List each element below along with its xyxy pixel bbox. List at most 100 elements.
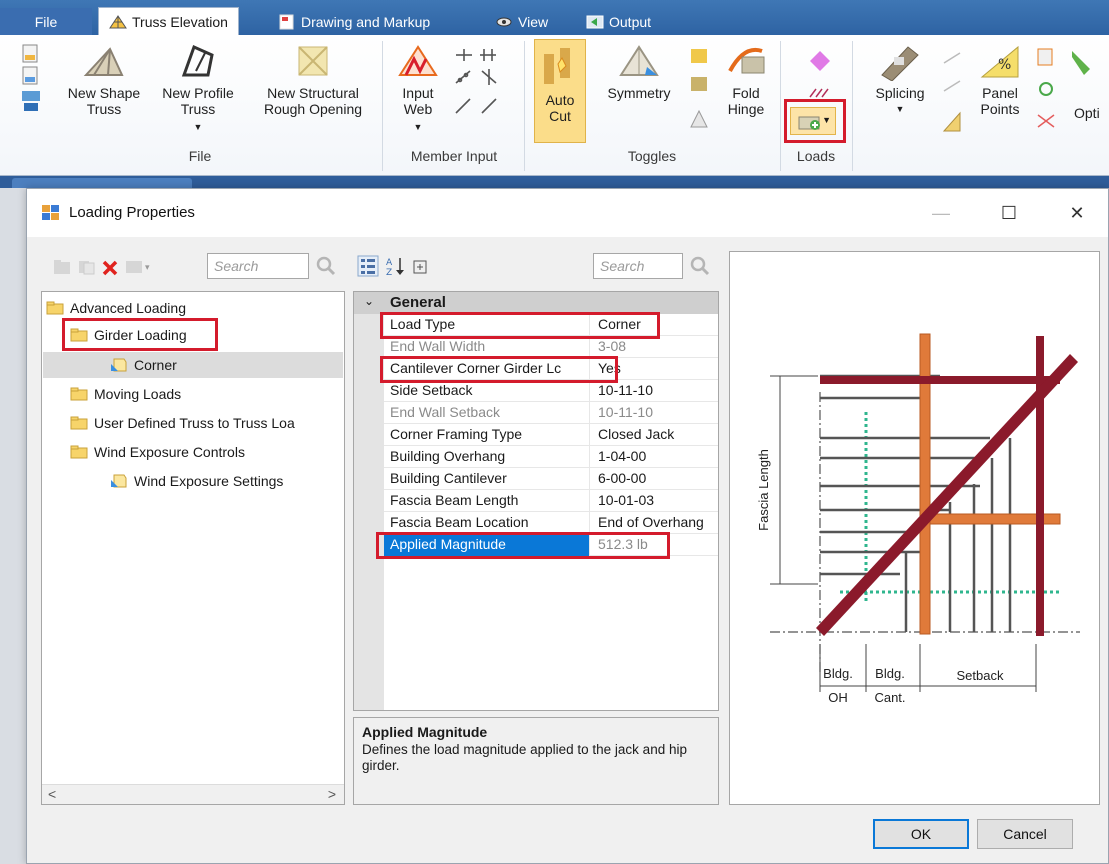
dropdown-arrow-icon: ▼ [193,122,203,132]
property-search-input[interactable]: Search [593,253,683,279]
options-button[interactable]: Opti [1074,105,1109,121]
svg-text:%: % [998,57,1011,73]
document-tab[interactable] [12,178,192,188]
property-row-corner-framing-type[interactable]: Corner Framing Type Closed Jack [384,424,718,446]
group-separator [852,41,853,171]
property-row-end-wall-width[interactable]: End Wall Width 3-08 [384,336,718,358]
categorized-view-icon[interactable] [357,255,379,277]
distributed-load-icon[interactable] [806,87,834,99]
svg-text:▾: ▾ [145,263,150,273]
delete-icon[interactable] [101,259,119,277]
property-row-building-cantilever[interactable]: Building Cantilever 6-00-00 [384,468,718,490]
fascia-length-label: Fascia Length [756,449,771,531]
tab-file[interactable]: File [0,8,92,35]
property-value[interactable]: 10-01-03 [592,490,718,512]
tab-output-label: Output [609,13,652,30]
options-label: Opti [1074,105,1100,121]
bldg-oh-top-label: Bldg. [823,666,853,681]
member-tools-icon[interactable] [452,47,508,127]
tab-truss-elevation[interactable]: Truss Elevation [98,7,239,35]
new-profile-truss-button[interactable]: New Profile Truss ▼ [152,41,244,135]
property-value[interactable]: 10-11-10 [592,380,718,402]
collapse-chevron-icon[interactable]: ⌄ [364,294,374,308]
tab-view-label: View [518,13,549,30]
property-value[interactable]: 6-00-00 [592,468,718,490]
maximize-button[interactable]: ☐ [989,200,1029,226]
new-shape-truss-button[interactable]: New Shape Truss [58,41,150,117]
scroll-left-icon[interactable]: < [48,786,56,802]
symmetry-toggle[interactable]: Symmetry [598,41,680,101]
property-row-end-wall-setback[interactable]: End Wall Setback 10-11-10 [384,402,718,424]
tree-horizontal-scrollbar[interactable]: < > [42,784,344,804]
splicing-button[interactable]: Splicing ▼ [862,41,938,117]
property-name: Fascia Beam Location [384,512,590,534]
property-search-button[interactable] [685,253,715,279]
truss-icon [109,14,127,28]
corner-girder-diagram: Fascia Length Bldg. OH Bldg. Cant. Setba… [729,251,1100,805]
tree-item-moving-loads[interactable]: Moving Loads [70,382,181,406]
tree-search-button[interactable] [311,253,341,279]
tree-item-wind-exposure-controls[interactable]: Wind Exposure Controls [70,440,245,464]
property-row-building-overhang[interactable]: Building Overhang 1-04-00 [384,446,718,468]
property-value[interactable]: 1-04-00 [592,446,718,468]
tree-search-placeholder: Search [214,258,259,274]
grid-view-icon[interactable]: ▾ [125,259,153,275]
options-icon[interactable] [1068,47,1094,87]
tree-item-label: Wind Exposure Settings [134,473,284,489]
new-structural-label: New Structural Rough Opening [263,85,363,117]
property-row-fascia-beam-location[interactable]: Fascia Beam Location End of Overhang [384,512,718,534]
tree-item-advanced-loading[interactable]: Advanced Loading [46,296,186,320]
applied-magnitude-highlight-box [376,532,670,559]
load-type-highlight-box [380,312,660,339]
category-general[interactable]: ⌄ General [354,292,718,314]
loading-tree: Advanced Loading Girder Loading Corner M… [41,291,345,805]
scroll-right-icon[interactable]: > [328,786,336,802]
property-search-placeholder: Search [600,258,645,274]
property-name: Building Cantilever [384,468,590,490]
input-web-icon [398,45,438,76]
new-structural-rough-opening-button[interactable]: New Structural Rough Opening [250,41,376,117]
cancel-button[interactable]: Cancel [977,819,1073,849]
dialog-titlebar[interactable]: Loading Properties — ☐ ✕ [27,189,1108,237]
alphabetical-sort-icon[interactable]: AZ [385,255,407,277]
tree-item-wind-exposure-settings[interactable]: Wind Exposure Settings [110,469,283,493]
property-value[interactable]: 3-08 [592,336,718,358]
file-stack-icon[interactable] [20,43,42,113]
auto-cut-label: Auto Cut [545,92,575,124]
fold-hinge-button[interactable]: Fold Hinge [718,41,774,117]
tree-item-user-defined-truss[interactable]: User Defined Truss to Truss Loa [70,411,295,435]
loads-group-label: Loads [796,148,836,164]
diamond-load-icon[interactable] [808,49,832,73]
property-row-fascia-beam-length[interactable]: Fascia Beam Length 10-01-03 [384,490,718,512]
rough-opening-icon [298,46,328,76]
panel-tools-icon[interactable] [1034,47,1060,137]
tree-search-input[interactable]: Search [207,253,309,279]
tree-item-corner[interactable]: Corner [110,353,177,377]
auto-cut-icon [544,48,570,84]
copy-icon[interactable] [77,259,97,275]
member-input-group-label: Member Input [410,148,498,164]
tree-panel: ▾ Search Advanced Loading Girder Loading… [41,247,345,805]
panel-points-button[interactable]: % Panel Points [970,41,1030,117]
girder-beam-horizontal [820,376,1060,384]
input-web-button[interactable]: Input Web ▼ [392,41,444,135]
symmetry-label: Symmetry [607,85,671,101]
auto-cut-toggle[interactable]: Auto Cut [534,39,586,143]
new-folder-icon[interactable] [53,259,73,275]
group-separator [524,41,525,171]
ok-button[interactable]: OK [873,819,969,849]
property-pages-icon[interactable] [411,255,433,277]
splice-tools-icon[interactable] [940,51,966,135]
property-value[interactable]: End of Overhang [592,512,718,534]
tab-view[interactable]: View [485,8,558,35]
bldg-oh-bottom-label: OH [828,690,848,705]
close-button[interactable]: ✕ [1057,200,1097,226]
tab-output[interactable]: Output [576,8,661,35]
property-value[interactable]: Closed Jack [592,424,718,446]
minimize-button[interactable]: — [921,200,961,226]
property-value[interactable]: 10-11-10 [592,402,718,424]
property-grid: ⌄ General Load Type Corner End Wall Widt… [353,291,719,711]
toggle-tools-icon[interactable] [688,47,710,133]
tab-drawing-and-markup[interactable]: Drawing and Markup [268,8,440,35]
property-row-side-setback[interactable]: Side Setback 10-11-10 [384,380,718,402]
